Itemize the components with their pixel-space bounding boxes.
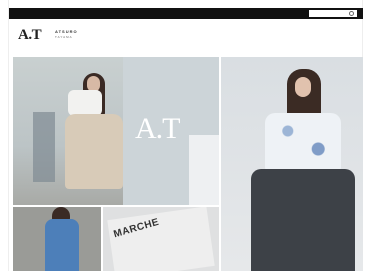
hero-logo: A.T bbox=[135, 112, 180, 145]
shirt-illustration bbox=[107, 207, 215, 271]
model-face bbox=[295, 77, 311, 97]
model-denim-jacket bbox=[45, 219, 79, 271]
model-floral-top bbox=[265, 113, 341, 173]
hero-image-right[interactable] bbox=[221, 57, 363, 271]
model-skirt bbox=[251, 169, 355, 271]
thumbnail-marche[interactable]: MARCHE bbox=[103, 207, 219, 271]
model-top bbox=[68, 90, 102, 116]
model-pants bbox=[65, 114, 123, 189]
utility-bar bbox=[9, 8, 363, 19]
brand-line-2: TAYAMA bbox=[55, 35, 73, 39]
search-icon[interactable] bbox=[349, 11, 354, 16]
search-input[interactable] bbox=[309, 10, 357, 17]
hero-background-shape bbox=[189, 135, 219, 205]
brand-line-1: ATSURO bbox=[55, 29, 78, 34]
brand-logo[interactable]: A.T bbox=[18, 27, 42, 44]
hero-image-left[interactable]: A.T bbox=[13, 57, 219, 205]
chair-illustration bbox=[33, 112, 55, 182]
thumbnail-denim[interactable] bbox=[13, 207, 101, 271]
